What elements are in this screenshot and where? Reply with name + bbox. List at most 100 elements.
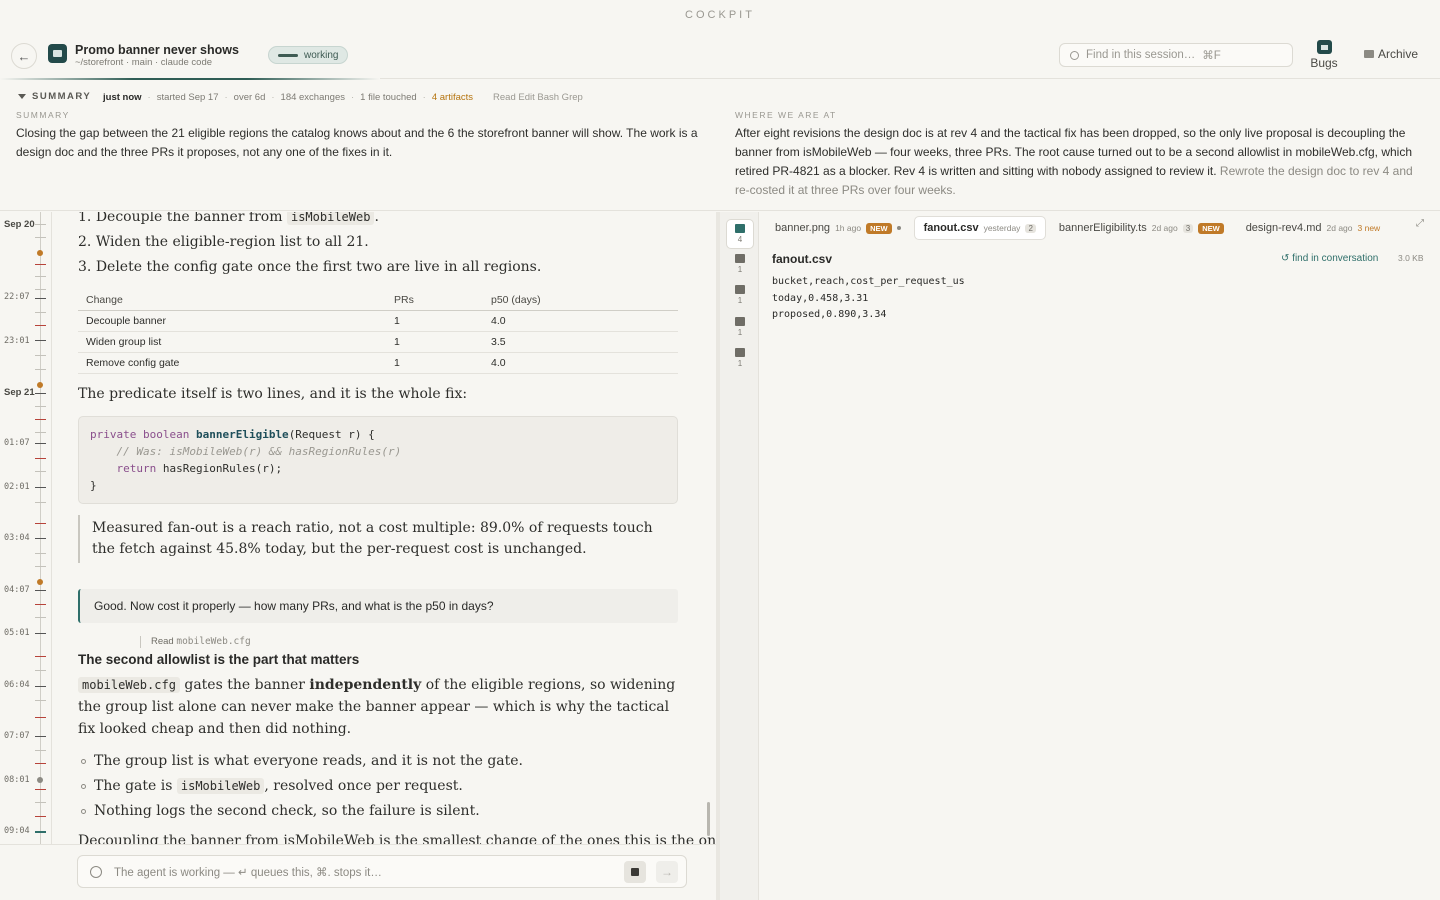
updated-time: just now [103,92,142,103]
session-subtitle: ~/storefront · main · claude code [75,57,213,68]
summary-text: Closing the gap between the 21 eligible … [16,126,698,159]
conversation-pane[interactable]: 1. Decouple the banner from isMobileWeb.… [53,212,715,844]
search-icon [1070,50,1079,60]
status-label: working [304,49,339,61]
data-icon [735,317,745,326]
bugs-button[interactable]: Bugs [1309,40,1339,70]
summary-toggle[interactable]: SUMMARY [18,91,91,102]
timeline-label: 02:01 [4,482,30,492]
search-placeholder: Find in this session… [1086,49,1196,61]
status-column: WHERE WE ARE AT After eight revisions th… [735,110,1420,200]
timeline-label: 22:07 [4,292,30,302]
status-badge: working [268,46,349,64]
table-row: Widen group list 1 3.5 [78,331,678,353]
arrow-left-icon: ← [17,48,31,64]
artifact-category-data[interactable]: 1 [726,317,754,337]
summary-panel: SUMMARY just now · started Sep 17 · over… [0,80,1440,211]
tool-name: Read [151,636,174,647]
more-new-badge[interactable]: 3 new [1358,223,1381,233]
archive-icon [1364,50,1374,58]
blockquote: Measured fan-out is a reach ratio, not a… [78,515,678,563]
session-title: Promo banner never shows [75,43,239,57]
tool-call[interactable]: Read mobileWeb.cfg [140,636,678,648]
table-header: Change [78,290,386,311]
cost-table: Change PRs p50 (days) Decouple banner 1 4.… [78,290,678,374]
tab-design-rev4-md[interactable]: design-rev4.md 2d ago 3 new [1237,216,1390,240]
bullet-list: The group list is what everyone reads, a… [78,749,678,824]
find-in-conversation-link[interactable]: ↺ find in conversation [1281,253,1378,264]
timeline-label: 09:04 [4,826,30,836]
table-header: PRs [386,290,483,311]
tab-bannereligibility-ts[interactable]: bannerEligibility.ts 2d ago 3 NEW [1050,216,1233,240]
document-icon [735,254,745,263]
list-item: 2. Widen the eligible-region list to all… [78,234,369,250]
send-button[interactable]: → [656,861,678,883]
artifact-category-tables[interactable]: 4 [726,219,754,249]
attach-icon[interactable] [90,866,102,878]
code-block[interactable]: private boolean bannerEligible(Request r… [78,416,678,504]
user-message: Good. Now cost it properly — how many PR… [78,589,678,623]
tab-fanout-csv[interactable]: fanout.csv yesterday 2 [913,216,1046,240]
back-button[interactable]: ← [11,43,37,69]
table-icon [735,224,745,233]
summary-toggle-label: SUMMARY [32,91,92,102]
file-content[interactable]: bucket,reach,cost_per_request_us today,0… [772,274,965,324]
timeline-label: 05:01 [4,628,30,638]
session-meta: just now · started Sep 17 · over 6d · 18… [103,92,583,103]
inline-code: mobileWeb.cfg [78,677,180,693]
app-title: COCKPIT [685,9,755,21]
image-icon [735,348,745,357]
timeline-label: 06:04 [4,680,30,690]
table-row: Decouple banner 1 4.0 [78,310,678,332]
new-badge: NEW [1198,222,1224,234]
list-item: 1. Decouple the banner from isMobileWeb. [78,212,678,230]
stop-icon [631,868,639,876]
timeline-label: 01:07 [4,438,30,448]
conversation-content: 1. Decouple the banner from isMobileWeb.… [78,212,715,844]
chevron-down-icon [18,94,26,99]
started-date: started Sep 17 [156,92,219,103]
archive-button[interactable]: Archive [1364,47,1418,61]
artifact-category-code[interactable]: 1 [726,285,754,305]
timeline-label: 08:01 [4,775,30,785]
list-item: The group list is what everyone reads, a… [78,749,678,774]
list-item: 3. Delete the config gate once the first… [78,259,542,275]
message-placeholder: The agent is working — ↵ queues this, ⌘.… [114,867,382,879]
artifact-tabs: banner.png 1h ago NEW fanout.csv yesterd… [766,216,1389,240]
folder-icon [48,44,67,63]
summary-header: SUMMARY [16,110,70,120]
artifact-category-images[interactable]: 1 [726,348,754,368]
message-input[interactable]: The agent is working — ↵ queues this, ⌘.… [77,855,687,888]
artifact-category-documents[interactable]: 1 [726,254,754,274]
exchange-count: 184 exchanges [280,92,345,103]
artifact-category-bar: 4 1 1 1 1 [720,212,759,900]
timeline-label: 03:04 [4,533,30,543]
conversation-scrollbar[interactable] [707,802,710,836]
section-heading: The second allowlist is the part that ma… [78,652,360,667]
folder-icon [1316,40,1332,54]
activity-indicator-icon [278,53,298,57]
version-count: 2 [1025,223,1036,233]
tab-banner-png[interactable]: banner.png 1h ago NEW [766,216,910,240]
table-header-row: Change PRs p50 (days) [78,290,678,311]
history-icon: ↺ [1281,253,1290,264]
timeline-label: Sep 20 [4,219,35,230]
new-badge: NEW [866,222,892,234]
timeline-label: 07:07 [4,731,30,741]
session-search-input[interactable]: Find in this session… ⌘F [1059,43,1293,67]
tool-target: mobileWeb.cfg [176,636,251,647]
files-touched: 1 file touched [360,92,417,103]
duration: over 6d [233,92,266,103]
stop-button[interactable] [624,861,646,883]
status-text: After eight revisions the design doc is … [735,126,1413,197]
expand-icon[interactable]: ⤢ [1416,218,1426,229]
inline-code: isMobileWeb [286,212,375,225]
paragraph: The predicate itself is two lines, and i… [78,386,468,402]
artifact-count[interactable]: 4 artifacts [432,92,473,103]
inline-code: isMobileWeb [176,778,265,794]
list-item: The gate is isMobileWeb, resolved once p… [78,774,678,799]
search-shortcut: ⌘F [1202,50,1221,62]
tools-used: Read Edit Bash Grep [493,92,583,103]
archive-label: Archive [1378,47,1419,61]
timeline-rail[interactable]: Sep 20 22:07 23:01 Sep 21 01:07 02:01 03… [0,212,52,844]
